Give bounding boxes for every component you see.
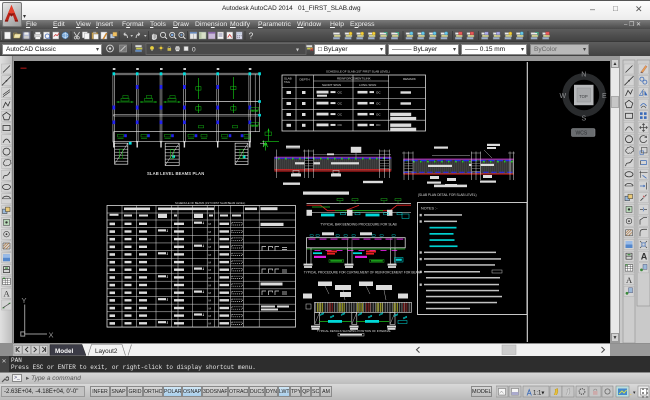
svg-text:OC: OC — [376, 101, 381, 105]
svg-text:A: A — [641, 252, 648, 262]
svg-text:OC: OC — [338, 123, 343, 127]
svg-text:W: W — [560, 93, 567, 100]
svg-text:E: E — [602, 93, 607, 100]
svg-text:REINFORCEMENT/LINK: REINFORCEMENT/LINK — [337, 76, 371, 80]
svg-text:M: M — [209, 268, 212, 272]
svg-text:OC: OC — [338, 90, 343, 94]
svg-text:(SLAB PLAN DETAIL FOR SLAB LEV: (SLAB PLAN DETAIL FOR SLAB LEVEL) — [418, 193, 477, 197]
svg-text:A: A — [626, 275, 633, 285]
svg-text:TYPICAL BAR BENDING PROCEDURE: TYPICAL BAR BENDING PROCEDURE FOR SLAB — [320, 222, 397, 226]
svg-text:M: M — [209, 276, 212, 280]
svg-text:M: M — [209, 283, 212, 287]
svg-text:Layout2: Layout2 — [95, 348, 118, 355]
svg-text:OC: OC — [376, 123, 381, 127]
svg-text:SLAB LEVEL BEAMS PLAN: SLAB LEVEL BEAMS PLAN — [147, 171, 204, 176]
svg-text:SCHEDULE OF SLAB (1ST FIRST SL: SCHEDULE OF SLAB (1ST FIRST SLAB LEVEL) — [326, 70, 390, 74]
svg-text:OC: OC — [376, 90, 381, 94]
svg-text:Model: Model — [55, 348, 73, 355]
svg-text:WCS: WCS — [576, 131, 588, 137]
svg-text:SCHEDULE OF BEAMS (1ST FIRST S: SCHEDULE OF BEAMS (1ST FIRST SLAB BEAM L… — [175, 201, 245, 205]
svg-text:Y: Y — [22, 296, 27, 305]
svg-text:M: M — [209, 230, 212, 234]
svg-text:OC: OC — [338, 101, 343, 105]
svg-text:LONG SPAN: LONG SPAN — [359, 83, 376, 87]
svg-text:TYPICAL PROCEDURE FOR CURTAILM: TYPICAL PROCEDURE FOR CURTAILMENT OF REI… — [304, 271, 421, 275]
svg-text:TAG: TAG — [284, 80, 291, 84]
svg-text:SHORT SPAN: SHORT SPAN — [322, 83, 341, 87]
svg-text:M: M — [209, 322, 212, 326]
svg-text:REMARK: REMARK — [403, 77, 416, 81]
svg-text:0: 0 — [192, 47, 196, 54]
svg-text:▾: ▾ — [633, 390, 636, 396]
svg-text:OC: OC — [376, 112, 381, 116]
svg-text:M: M — [209, 306, 212, 310]
svg-text:▾: ▾ — [296, 48, 299, 54]
svg-text:M: M — [209, 314, 212, 318]
svg-text:M: M — [209, 253, 212, 257]
svg-text:TOP: TOP — [579, 94, 588, 99]
svg-text:M: M — [209, 299, 212, 303]
svg-text:DEPTH: DEPTH — [300, 78, 310, 82]
svg-text:OC: OC — [338, 112, 343, 116]
svg-text:M: M — [209, 291, 212, 295]
svg-text:TYPICAL DETAILS SHOWING POSITI: TYPICAL DETAILS SHOWING POSITION OF INTE… — [317, 329, 391, 333]
svg-text:?: ? — [249, 32, 254, 41]
svg-text:M: M — [209, 245, 212, 249]
svg-text:A: A — [4, 288, 11, 298]
svg-text:1:1▾: 1:1▾ — [533, 391, 544, 397]
svg-text:M: M — [209, 238, 212, 242]
svg-text:M: M — [209, 222, 212, 226]
svg-text:S: S — [582, 115, 587, 122]
svg-text:X: X — [49, 331, 54, 340]
svg-text:M: M — [209, 261, 212, 265]
svg-text:NOTES :-: NOTES :- — [421, 207, 438, 211]
svg-text:N: N — [581, 72, 586, 79]
